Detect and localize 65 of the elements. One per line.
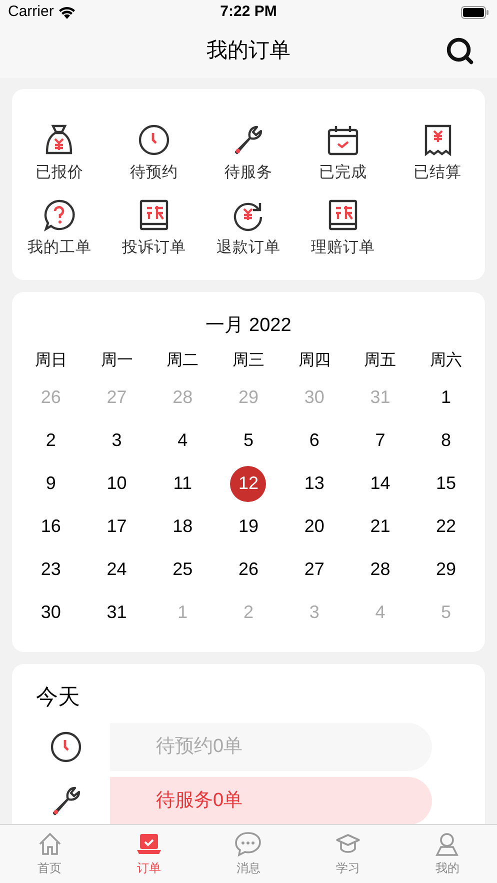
calendar-day[interactable]: 29 — [428, 552, 464, 588]
clock-icon — [49, 730, 83, 764]
calendar-day[interactable]: 24 — [98, 552, 135, 588]
calendar-day[interactable]: 9 — [32, 466, 69, 502]
calendar-day[interactable]: 2 — [32, 422, 69, 458]
order-action[interactable]: 理赔订单 — [296, 198, 390, 260]
carrier-name: Carrier — [8, 2, 54, 22]
weekday-label: 周四 — [298, 351, 330, 371]
order-action[interactable]: 待预约 — [106, 123, 202, 184]
calendar-day[interactable]: 21 — [362, 508, 398, 544]
today-summary-pill: 待服务0单 — [110, 777, 432, 824]
calendar-day[interactable]: 22 — [428, 508, 464, 544]
calendar-day[interactable]: 30 — [32, 594, 69, 630]
calendar-day[interactable]: 5 — [230, 422, 266, 458]
order-action[interactable]: 我的工单 — [12, 198, 107, 260]
calendar-check-icon — [326, 123, 360, 157]
weekday-label: 周六 — [430, 350, 462, 371]
weekday-label: 周二 — [166, 351, 199, 371]
calendar-day[interactable]: 13 — [296, 466, 332, 502]
weekday-label: 周日 — [34, 351, 67, 371]
order-action[interactable]: 已报价 — [12, 123, 107, 184]
calendar-day[interactable]: 4 — [164, 422, 201, 458]
calendar-day[interactable]: 19 — [230, 508, 266, 544]
calendar-day[interactable]: 10 — [98, 466, 135, 502]
calendar-day[interactable]: 20 — [296, 508, 332, 544]
calendar-day[interactable]: 12 — [230, 466, 266, 502]
battery-icon — [461, 6, 489, 18]
page-title: 我的订单 — [206, 38, 290, 64]
weekday-label: 周一 — [100, 351, 133, 371]
calendar-day[interactable]: 17 — [98, 508, 135, 544]
question-bubble-icon — [42, 198, 76, 232]
order-action[interactable]: 已完成 — [296, 123, 390, 184]
chat-bubble-icon — [234, 831, 262, 857]
clock-icon — [136, 123, 171, 157]
calendar-day[interactable]: 18 — [164, 508, 201, 544]
status-time: 7:22 PM — [219, 2, 278, 22]
calendar-day[interactable]: 26 — [230, 552, 266, 588]
calendar-day[interactable]: 23 — [32, 552, 69, 588]
calendar-day[interactable]: 15 — [428, 466, 464, 502]
calendar-day[interactable]: 3 — [98, 422, 135, 458]
today-title: 今天 — [36, 684, 80, 709]
calendar-day[interactable]: 6 — [296, 422, 332, 458]
weekday-label: 周三 — [232, 351, 264, 371]
calendar-day[interactable]: 31 — [98, 594, 135, 630]
calendar-day[interactable]: 27 — [296, 552, 332, 588]
weekday-label: 周五 — [364, 351, 396, 371]
calendar-day[interactable]: 14 — [362, 466, 398, 502]
order-action[interactable]: 投诉订单 — [106, 198, 202, 260]
order-action[interactable]: 退款订单 — [201, 198, 296, 260]
search-button[interactable] — [445, 36, 475, 66]
user-icon — [434, 831, 460, 857]
laptop-check-icon — [136, 831, 162, 857]
home-icon — [36, 831, 63, 857]
order-action[interactable]: 已结算 — [390, 123, 485, 184]
calendar-day[interactable]: 8 — [428, 422, 464, 458]
calendar-month: 一月 2022 — [206, 314, 292, 336]
wifi-icon — [58, 6, 76, 18]
order-action[interactable]: 待服务 — [201, 123, 296, 184]
today-summary-pill: 待预约0单 — [110, 723, 432, 771]
calendar-day[interactable]: 1 — [428, 380, 464, 416]
calendar-day[interactable]: 16 — [32, 508, 69, 544]
calendar-day[interactable]: 28 — [362, 552, 398, 588]
calendar-day[interactable]: 25 — [164, 552, 201, 588]
calendar-day[interactable]: 7 — [362, 422, 398, 458]
calendar-day[interactable]: 11 — [164, 466, 201, 502]
